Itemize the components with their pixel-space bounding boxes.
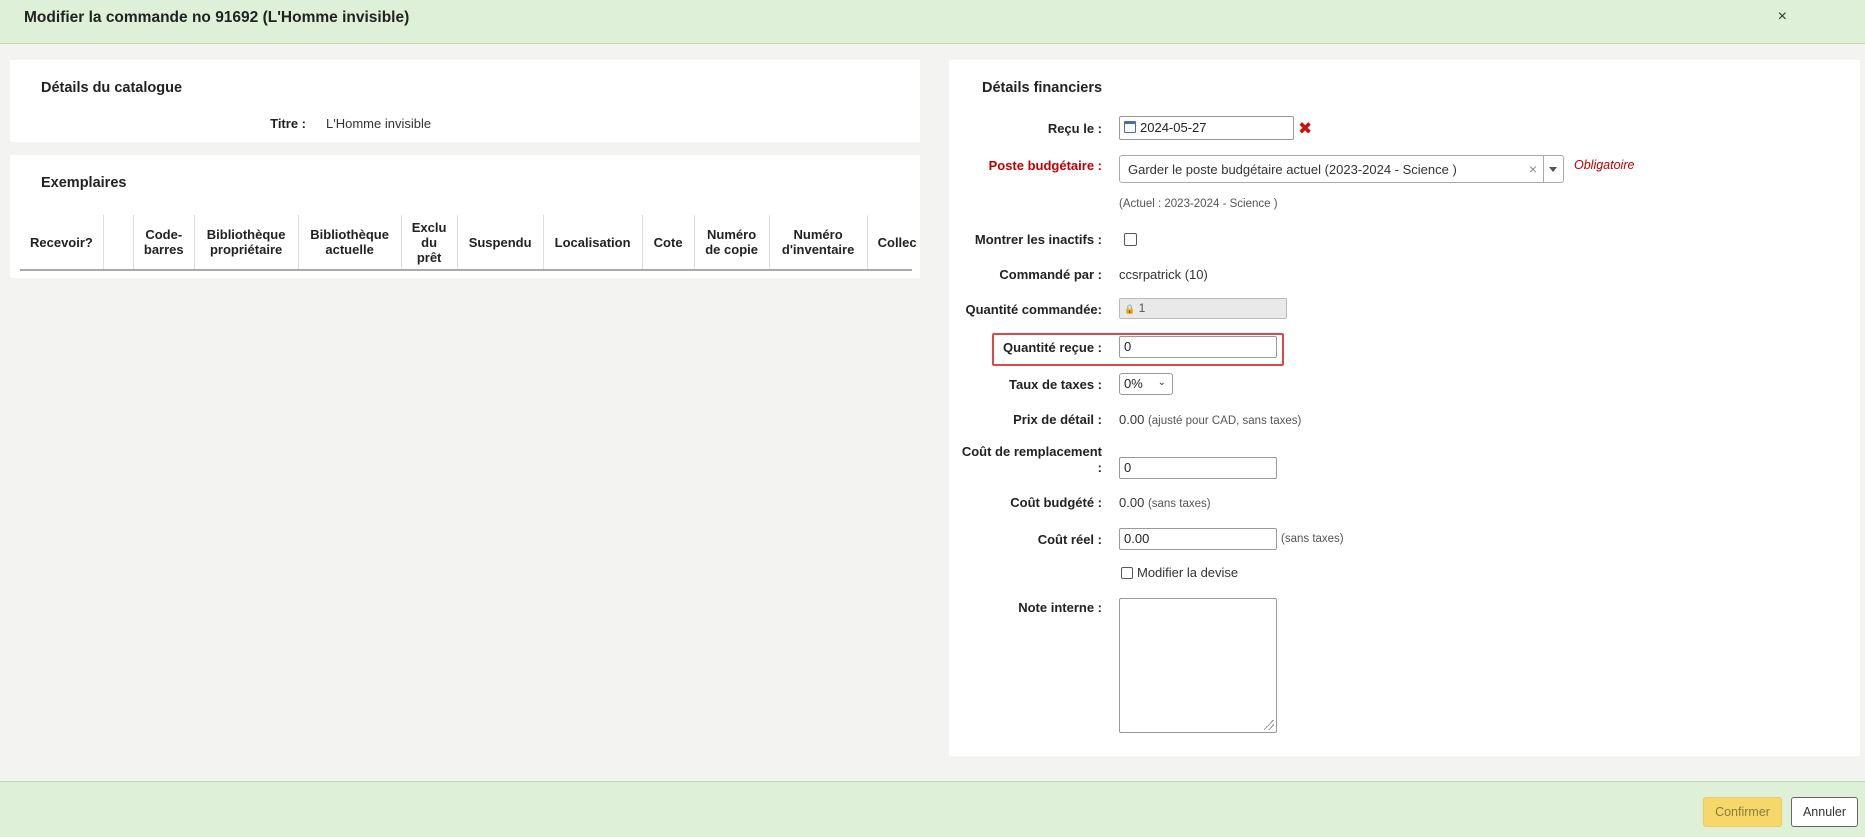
items-heading: Exemplaires: [41, 175, 127, 191]
qty-ordered-value: 1: [1138, 301, 1146, 315]
retail-price-label: Prix de détail :: [1013, 412, 1102, 427]
received-date-value: 2024-05-27: [1140, 120, 1207, 135]
replacement-cost-label-line1: Coût de remplacement: [961, 444, 1102, 459]
qty-ordered-label: Quantité commandée:: [965, 302, 1102, 317]
show-inactive-label: Montrer les inactifs :: [974, 232, 1102, 247]
col-location[interactable]: Localisation: [542, 215, 643, 269]
ordered-by-value: ccsrpatrick (10): [1119, 267, 1208, 282]
calendar-icon[interactable]: [1124, 121, 1136, 133]
col-not-for-loan[interactable]: Exclu du prêt: [400, 215, 458, 269]
modal-title: Modifier la commande no 91692 (L'Homme i…: [24, 9, 410, 26]
lock-icon: 🔒: [1124, 304, 1136, 314]
modal-footer: Confirmer Annuler: [0, 781, 1865, 837]
replacement-cost-label: Coût de remplacement :: [950, 444, 1102, 476]
col-callnumber[interactable]: Cote: [641, 215, 695, 269]
replacement-cost-input[interactable]: 0: [1119, 457, 1277, 479]
col-home-library[interactable]: Bibliothèque propriétaire: [193, 215, 299, 269]
internal-note-textarea[interactable]: [1119, 598, 1277, 733]
change-currency-label[interactable]: Modifier la devise: [1137, 565, 1238, 580]
change-currency-checkbox[interactable]: [1121, 567, 1133, 579]
actual-cost-label: Coût réel :: [1037, 532, 1102, 547]
received-label: Reçu le :: [1047, 121, 1102, 136]
qty-ordered-input: 🔒 1: [1119, 298, 1287, 319]
qty-received-label: Quantité reçue :: [1003, 340, 1102, 355]
actual-cost-input[interactable]: 0.00: [1119, 528, 1277, 550]
catalog-panel: Détails du catalogue Titre : L'Homme inv…: [10, 60, 920, 142]
budgeted-cost-label: Coût budgété :: [1010, 495, 1102, 510]
chevron-down-icon: [1549, 167, 1557, 172]
col-copy-number[interactable]: Numéro de copie: [693, 215, 770, 269]
budgeted-cost-value: 0.00 (sans taxes): [1119, 495, 1211, 510]
clear-date-icon[interactable]: ✖: [1298, 120, 1312, 138]
fund-select-value: Garder le poste budgétaire actuel (2023-…: [1128, 162, 1457, 177]
fund-clear-icon[interactable]: ×: [1529, 161, 1537, 177]
financial-heading: Détails financiers: [982, 80, 1103, 96]
col-withdrawn[interactable]: Suspendu: [456, 215, 544, 269]
chevron-down-icon: ⌄: [1157, 377, 1166, 388]
current-fund-note: (Actuel : 2023-2024 - Science ): [1119, 198, 1278, 210]
retail-price-amount: 0.00: [1119, 412, 1145, 427]
resize-handle-icon[interactable]: [1264, 720, 1274, 730]
qty-received-input[interactable]: 0: [1119, 336, 1277, 358]
items-panel: Exemplaires Recevoir? Code-barres Biblio…: [10, 155, 920, 278]
col-barcode[interactable]: Code-barres: [132, 215, 195, 269]
confirm-button[interactable]: Confirmer: [1703, 797, 1782, 827]
table-header-divider: [20, 269, 912, 271]
col-collection[interactable]: Collec: [866, 215, 917, 269]
replacement-cost-label-line2: :: [1097, 460, 1102, 475]
title-label: Titre :: [270, 116, 306, 131]
cancel-button[interactable]: Annuler: [1791, 797, 1858, 827]
retail-price-value: 0.00 (ajusté pour CAD, sans taxes): [1119, 412, 1301, 427]
retail-price-note: (ajusté pour CAD, sans taxes): [1147, 415, 1302, 427]
received-date-input[interactable]: 2024-05-27: [1119, 116, 1294, 140]
tax-rate-value: 0%: [1124, 376, 1143, 391]
tax-rate-select[interactable]: 0% ⌄: [1119, 373, 1173, 395]
items-table: Recevoir? Code-barres Bibliothèque propr…: [20, 215, 917, 269]
col-blank: [102, 215, 134, 269]
close-icon[interactable]: ×: [1778, 8, 1787, 26]
col-inventory-number[interactable]: Numéro d'inventaire: [768, 215, 868, 269]
actual-cost-note: (sans taxes): [1281, 533, 1344, 545]
budgeted-cost-note: (sans taxes): [1147, 498, 1211, 510]
title-value: L'Homme invisible: [326, 116, 432, 131]
fund-label: Poste budgétaire :: [988, 158, 1102, 173]
fund-dropdown-toggle[interactable]: [1543, 156, 1563, 182]
col-current-library[interactable]: Bibliothèque actuelle: [297, 215, 402, 269]
internal-note-label: Note interne :: [1018, 600, 1102, 615]
tax-rate-label: Taux de taxes :: [1009, 377, 1102, 392]
show-inactive-checkbox[interactable]: [1124, 233, 1137, 246]
catalog-heading: Détails du catalogue: [41, 80, 183, 96]
modal-header: Modifier la commande no 91692 (L'Homme i…: [0, 0, 1865, 44]
required-note: Obligatoire: [1574, 158, 1635, 172]
fund-select[interactable]: Garder le poste budgétaire actuel (2023-…: [1119, 155, 1564, 183]
ordered-by-label: Commandé par :: [999, 267, 1102, 282]
col-receive[interactable]: Recevoir?: [20, 215, 103, 269]
budgeted-cost-amount: 0.00: [1119, 495, 1145, 510]
